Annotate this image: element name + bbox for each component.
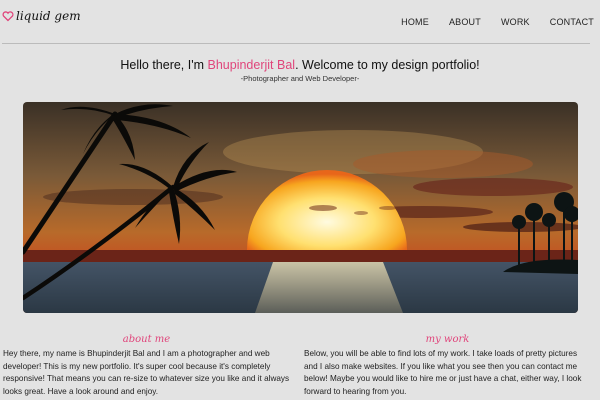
tagline: -Photographer and Web Developer- xyxy=(240,74,360,83)
sunset-illustration xyxy=(23,102,578,313)
about-section: about me Hey there, my name is Bhupinder… xyxy=(3,334,290,398)
work-section: my work Below, you will be able to find … xyxy=(304,334,591,398)
about-body: Hey there, my name is Bhupinderjit Bal a… xyxy=(3,349,290,396)
hero-text: Hello there, I'm Bhupinderjit Bal. Welco… xyxy=(0,58,600,83)
greeting-post: . Welcome to my design portfolio! xyxy=(295,58,480,72)
site-header: liquid gem HOME ABOUT WORK CONTACT xyxy=(0,0,600,44)
nav-work[interactable]: WORK xyxy=(501,17,530,27)
main-nav: HOME ABOUT WORK CONTACT xyxy=(381,17,594,27)
about-title: about me xyxy=(122,334,171,345)
logo[interactable]: liquid gem xyxy=(2,9,81,23)
owner-name: Bhupinderjit Bal xyxy=(207,58,296,72)
work-body: Below, you will be able to find lots of … xyxy=(304,349,582,396)
nav-about[interactable]: ABOUT xyxy=(449,17,481,27)
logo-text: liquid gem xyxy=(16,9,81,23)
nav-home[interactable]: HOME xyxy=(401,17,429,27)
header-divider xyxy=(2,43,590,44)
heart-icon xyxy=(2,11,14,22)
work-title: my work xyxy=(425,334,470,345)
nav-contact[interactable]: CONTACT xyxy=(550,17,594,27)
hero-image xyxy=(23,102,578,313)
headline: Hello there, I'm Bhupinderjit Bal. Welco… xyxy=(0,58,600,72)
greeting-pre: Hello there, I'm xyxy=(120,58,208,72)
